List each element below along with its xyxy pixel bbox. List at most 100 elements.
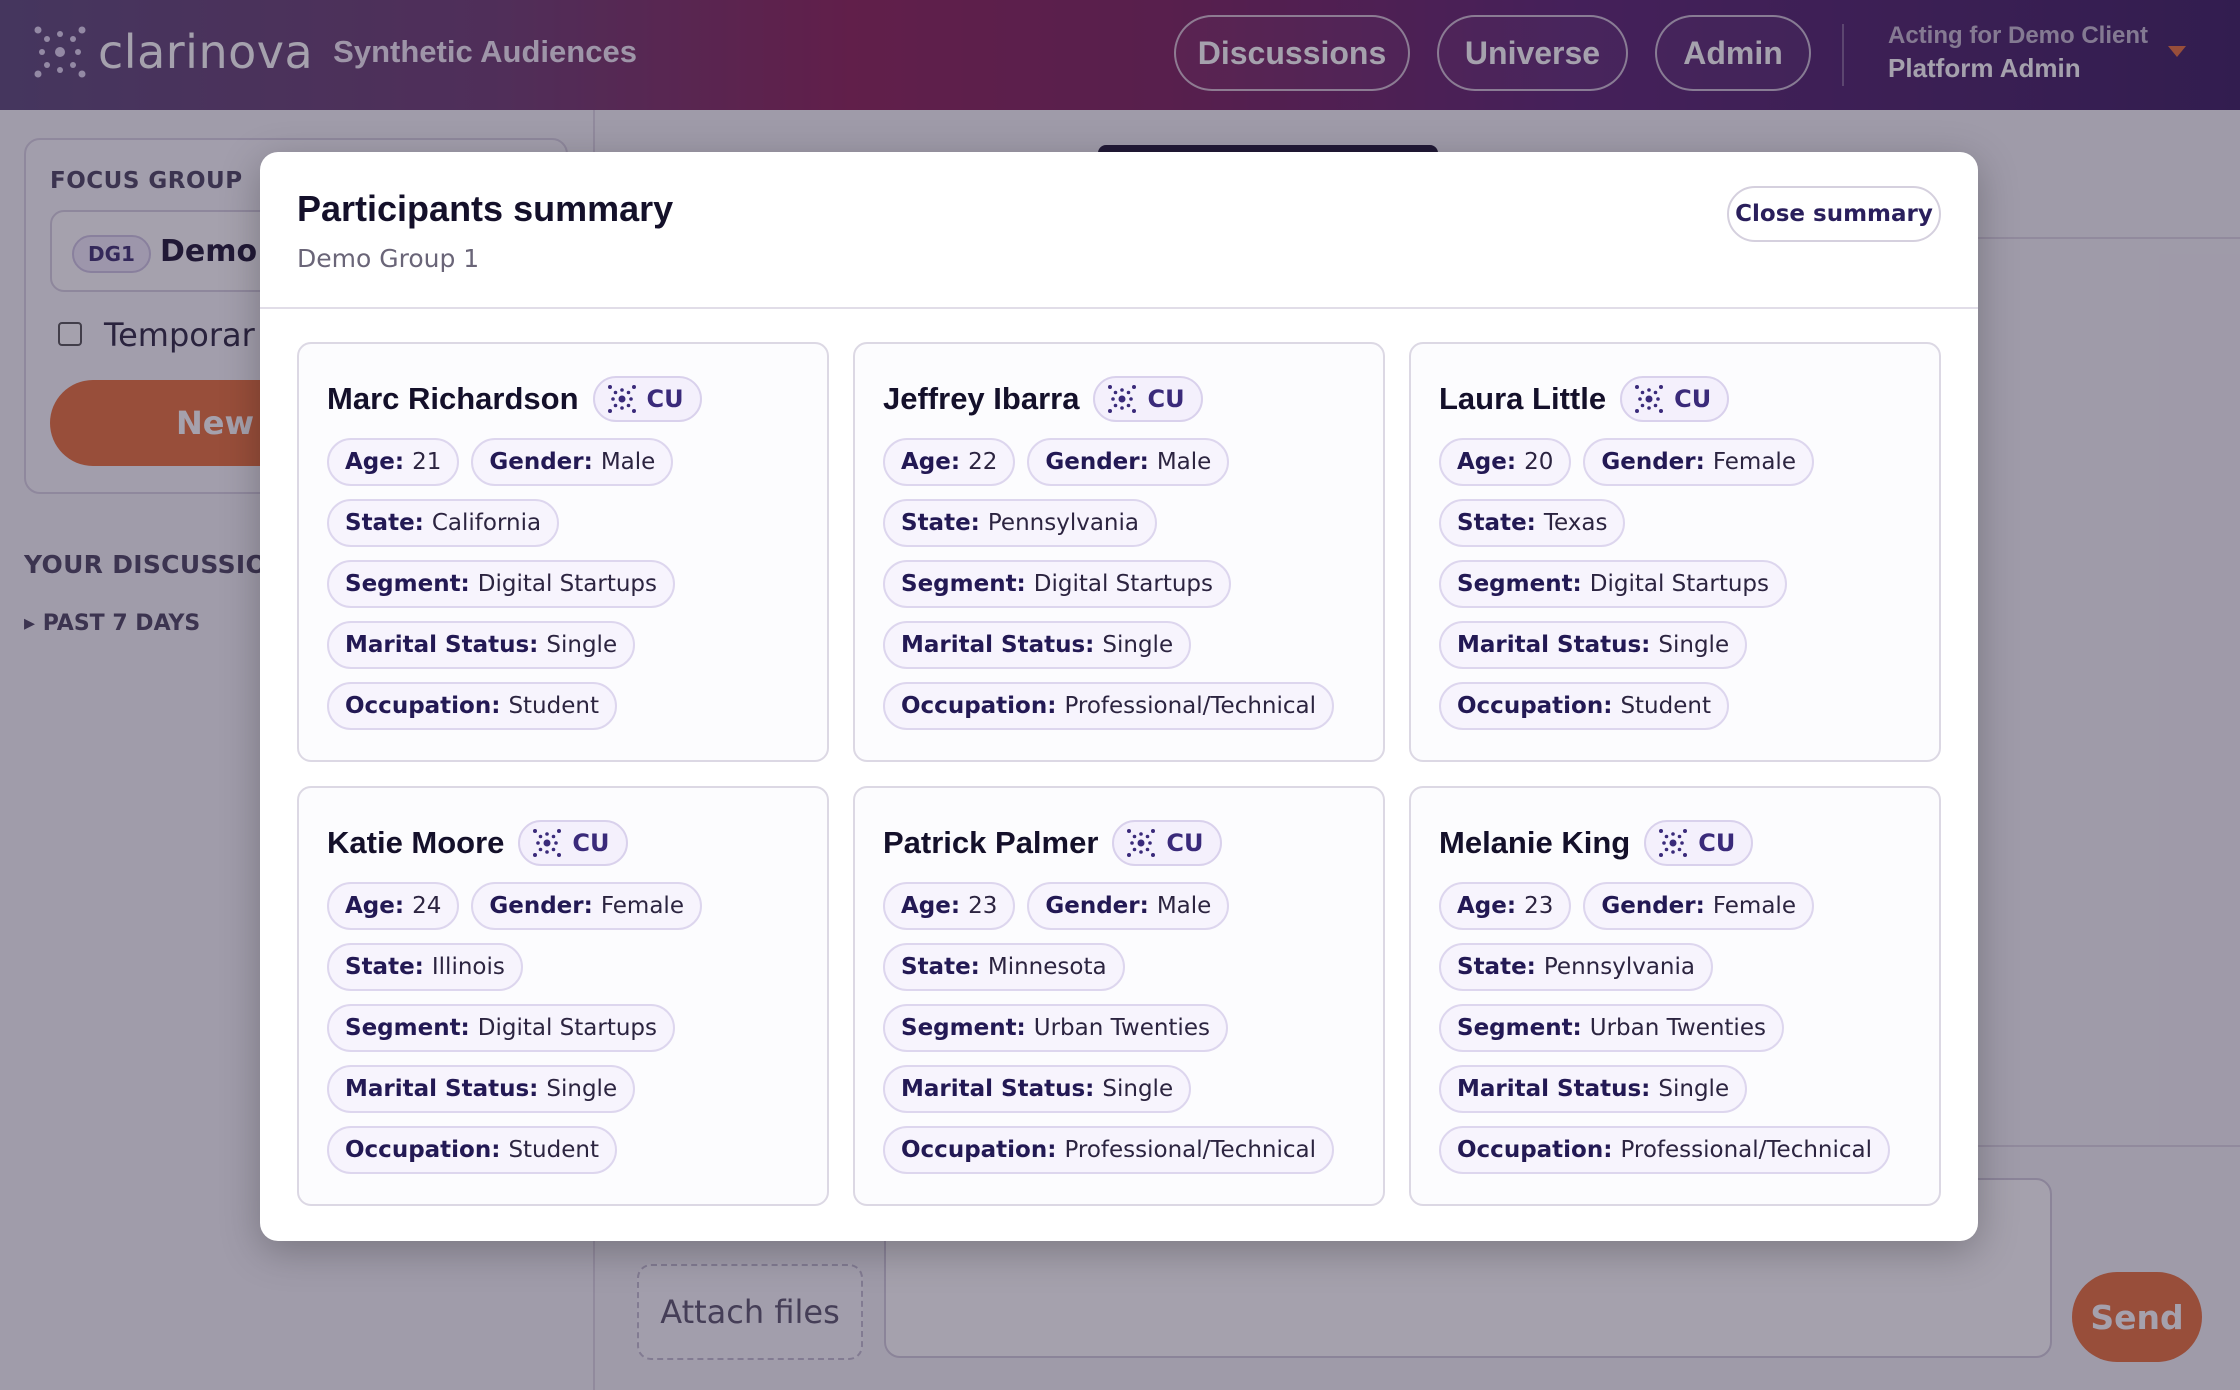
close-summary-button[interactable]: Close summary bbox=[1727, 186, 1941, 242]
pill-key: Age: bbox=[1457, 449, 1517, 475]
modal-divider bbox=[260, 307, 1978, 309]
pill-key: Segment: bbox=[1457, 571, 1582, 597]
occupation-pill: Occupation: Student bbox=[1439, 682, 1729, 730]
pill-key: State: bbox=[1457, 954, 1536, 980]
pill-value: 20 bbox=[1524, 449, 1554, 475]
age-pill: Age: 23 bbox=[883, 882, 1016, 930]
participant-badge: CU bbox=[1093, 376, 1203, 422]
segment-pill: Segment: Digital Startups bbox=[1439, 560, 1788, 608]
marital-status-pill: Marital Status: Single bbox=[1439, 1065, 1748, 1113]
gender-pill: Gender: Female bbox=[1583, 438, 1814, 486]
pill-key: State: bbox=[345, 510, 424, 536]
pill-key: Gender: bbox=[1045, 893, 1149, 919]
pill-value: Single bbox=[546, 1076, 618, 1102]
pill-key: Gender: bbox=[489, 893, 593, 919]
pill-key: Age: bbox=[901, 449, 961, 475]
segment-pill: Segment: Digital Startups bbox=[327, 1004, 676, 1052]
participant-badge: CU bbox=[592, 376, 702, 422]
pill-value: Professional/Technical bbox=[1064, 693, 1317, 719]
age-pill: Age: 20 bbox=[1439, 438, 1572, 486]
pill-value: Female bbox=[1712, 449, 1796, 475]
pill-value: Female bbox=[1712, 893, 1796, 919]
marital-status-pill: Marital Status: Single bbox=[327, 1065, 636, 1113]
pill-value: Pennsylvania bbox=[1543, 954, 1695, 980]
pill-value: 24 bbox=[412, 893, 442, 919]
participants-summary-modal: Participants summary Demo Group 1 Close … bbox=[260, 152, 1978, 1241]
pill-key: Gender: bbox=[1045, 449, 1149, 475]
pill-value: Single bbox=[1658, 1076, 1730, 1102]
participant-card: Patrick Palmer CU Age: 23 Gender: Male Sta… bbox=[853, 786, 1385, 1206]
segment-pill: Segment: Digital Startups bbox=[327, 560, 676, 608]
occupation-pill: Occupation: Professional/Technical bbox=[883, 682, 1335, 730]
modal-subtitle: Demo Group 1 bbox=[297, 244, 480, 273]
gender-pill: Gender: Male bbox=[471, 438, 674, 486]
pill-key: State: bbox=[345, 954, 424, 980]
pill-key: Age: bbox=[1457, 893, 1517, 919]
pill-value: Professional/Technical bbox=[1064, 1137, 1317, 1163]
pill-value: Student bbox=[508, 1137, 599, 1163]
marital-status-pill: Marital Status: Single bbox=[883, 1065, 1192, 1113]
pill-key: Marital Status: bbox=[901, 632, 1095, 658]
pill-value: Single bbox=[1102, 1076, 1174, 1102]
participant-card: Melanie King CU Age: 23 Gender: Female Sta… bbox=[1409, 786, 1941, 1206]
pill-value: Digital Startups bbox=[1589, 571, 1770, 597]
pill-value: Digital Startups bbox=[477, 571, 658, 597]
pill-value: 23 bbox=[1524, 893, 1554, 919]
state-pill: State: Pennsylvania bbox=[1439, 943, 1713, 991]
pill-key: Occupation: bbox=[345, 1137, 501, 1163]
participant-name: Katie Moore bbox=[327, 825, 505, 860]
pill-key: Marital Status: bbox=[345, 632, 539, 658]
badge-label: CU bbox=[1698, 829, 1736, 857]
pill-key: Occupation: bbox=[1457, 1137, 1613, 1163]
pill-value: Male bbox=[1156, 893, 1212, 919]
marital-status-pill: Marital Status: Single bbox=[327, 621, 636, 669]
badge-label: CU bbox=[646, 385, 684, 413]
pill-key: Marital Status: bbox=[1457, 632, 1651, 658]
state-pill: State: Texas bbox=[1439, 499, 1626, 547]
participant-badge: CU bbox=[1112, 820, 1222, 866]
persona-icon bbox=[1659, 829, 1688, 857]
participant-name: Marc Richardson bbox=[327, 381, 579, 416]
badge-label: CU bbox=[1147, 385, 1185, 413]
state-pill: State: Pennsylvania bbox=[883, 499, 1157, 547]
pill-value: Professional/Technical bbox=[1620, 1137, 1873, 1163]
pill-key: Segment: bbox=[901, 1015, 1026, 1041]
pill-value: 23 bbox=[968, 893, 998, 919]
pill-value: Digital Startups bbox=[477, 1015, 658, 1041]
pill-key: Segment: bbox=[901, 571, 1026, 597]
persona-icon bbox=[1127, 829, 1156, 857]
state-pill: State: California bbox=[327, 499, 560, 547]
badge-label: CU bbox=[572, 829, 610, 857]
pill-key: Marital Status: bbox=[1457, 1076, 1651, 1102]
pill-key: Age: bbox=[345, 893, 405, 919]
pill-value: Illinois bbox=[431, 954, 505, 980]
age-pill: Age: 23 bbox=[1439, 882, 1572, 930]
pill-value: Single bbox=[1102, 632, 1174, 658]
pill-key: State: bbox=[1457, 510, 1536, 536]
persona-icon bbox=[607, 385, 636, 413]
pill-value: Male bbox=[1156, 449, 1212, 475]
badge-label: CU bbox=[1166, 829, 1204, 857]
pill-value: Minnesota bbox=[987, 954, 1107, 980]
pill-value: Student bbox=[1620, 693, 1711, 719]
pill-value: Single bbox=[1658, 632, 1730, 658]
modal-title: Participants summary bbox=[297, 188, 674, 229]
pill-value: Student bbox=[508, 693, 599, 719]
pill-key: Age: bbox=[345, 449, 405, 475]
segment-pill: Segment: Digital Startups bbox=[883, 560, 1232, 608]
pill-key: Occupation: bbox=[901, 693, 1057, 719]
pill-key: Marital Status: bbox=[901, 1076, 1095, 1102]
participant-name: Patrick Palmer bbox=[883, 825, 1099, 860]
pill-key: Occupation: bbox=[901, 1137, 1057, 1163]
occupation-pill: Occupation: Student bbox=[327, 682, 617, 730]
pill-key: State: bbox=[901, 954, 980, 980]
participant-card: Laura Little CU Age: 20 Gender: Female Sta… bbox=[1409, 342, 1941, 762]
pill-key: Occupation: bbox=[345, 693, 501, 719]
pill-key: Occupation: bbox=[1457, 693, 1613, 719]
age-pill: Age: 22 bbox=[883, 438, 1016, 486]
pill-key: Gender: bbox=[489, 449, 593, 475]
pill-key: Marital Status: bbox=[345, 1076, 539, 1102]
participant-badge: CU bbox=[1620, 376, 1730, 422]
pill-key: Segment: bbox=[1457, 1015, 1582, 1041]
pill-value: Digital Startups bbox=[1033, 571, 1214, 597]
